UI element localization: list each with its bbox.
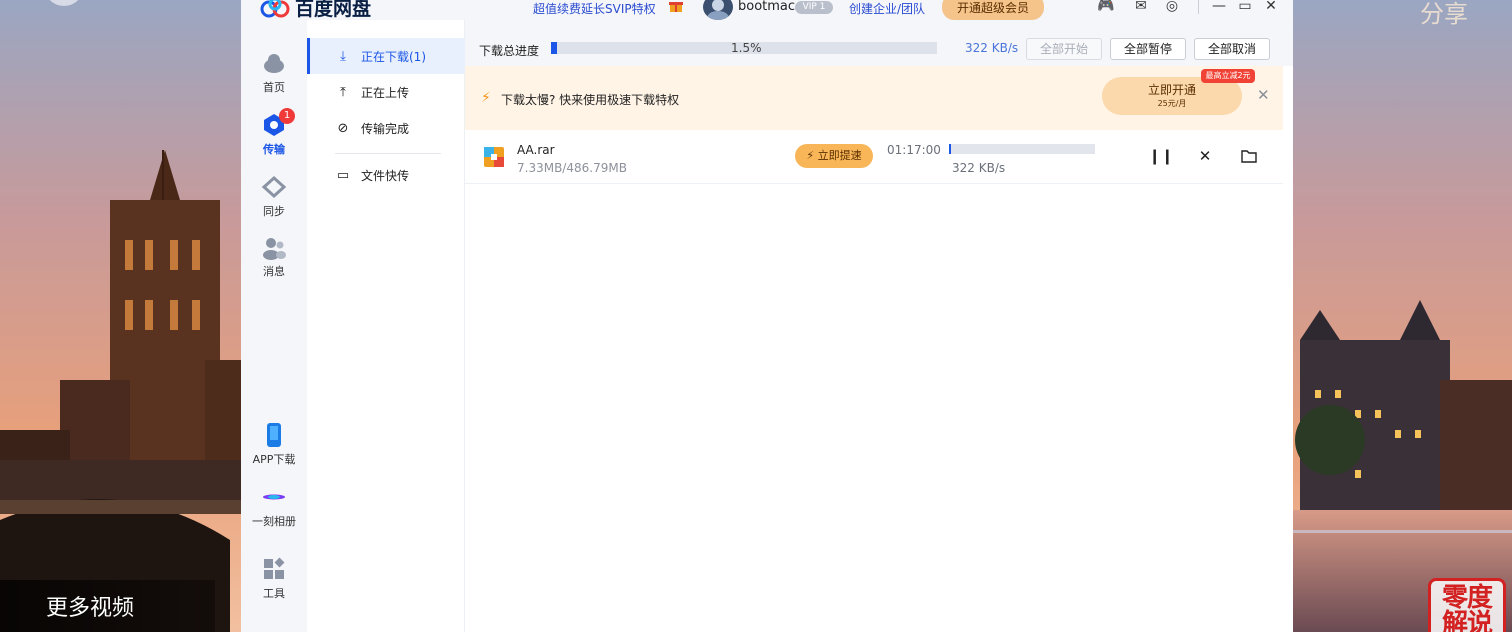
nav-sync[interactable]: 同步 <box>241 174 307 219</box>
file-progress-bar <box>949 144 1095 154</box>
phone-icon <box>267 423 281 447</box>
subnav-downloading-label: 正在下载(1) <box>361 49 426 64</box>
svip-renew-link[interactable]: 超值续费延长SVIP特权 <box>533 0 656 17</box>
nav-messages[interactable]: 消息 <box>241 234 307 279</box>
baidu-netdisk-window: 百度网盘 超值续费延长SVIP特权 bootmac VIP 1 创建企业/团队 … <box>241 0 1293 632</box>
minimize-icon[interactable]: — <box>1209 0 1229 16</box>
sync-icon <box>261 175 287 199</box>
monitor-icon: ▭ <box>336 167 350 183</box>
download-main-panel: 下载总进度 1.5% 322 KB/s 全部开始 全部暂停 全部取消 ⚡ 下载太… <box>465 20 1293 632</box>
total-progress-percent: 1.5% <box>731 41 762 55</box>
subnav-uploading-label: 正在上传 <box>361 85 410 100</box>
boost-label: 立即提速 <box>817 149 862 162</box>
titlebar-divider <box>1198 0 1199 14</box>
album-icon <box>263 494 285 500</box>
cancel-all-button[interactable]: 全部取消 <box>1194 38 1270 60</box>
channel-logo-badge: 零度 解说 <box>1428 578 1506 632</box>
total-speed: 322 KB/s <box>965 41 1019 55</box>
nav-app-download[interactable]: APP下载 <box>241 422 307 467</box>
nav-album[interactable]: 一刻相册 <box>241 484 307 529</box>
transfer-badge: 1 <box>279 108 295 124</box>
share-overlay-text[interactable]: 分享 <box>1420 0 1468 29</box>
archive-file-icon <box>484 147 504 167</box>
download-icon: ⤓ <box>340 48 346 64</box>
transfer-subnav: ⤓ 正在下载(1) ⤒ 正在上传 ⊘ 传输完成 ▭ 文件快传 <box>307 20 465 632</box>
file-name: AA.rar <box>517 143 555 157</box>
settings-icon[interactable]: ◎ <box>1162 0 1182 16</box>
app-name: 百度网盘 <box>295 0 372 20</box>
create-enterprise-link[interactable]: 创建企业/团队 <box>849 0 925 17</box>
badge-line-2: 解说 <box>1441 609 1493 632</box>
nav-tools-label: 工具 <box>263 587 285 600</box>
cloud-logo-icon <box>260 0 290 17</box>
subnav-completed[interactable]: ⊘ 传输完成 <box>307 110 465 146</box>
total-progress-label: 下载总进度 <box>479 44 540 58</box>
subnav-quick-transfer-label: 文件快传 <box>361 168 410 183</box>
close-window-icon[interactable]: ✕ <box>1261 0 1281 16</box>
open-now-price: 25元/月 <box>1157 99 1187 108</box>
game-controller-icon[interactable]: 🎮 <box>1096 0 1116 16</box>
subnav-downloading[interactable]: ⤓ 正在下载(1) <box>307 38 465 74</box>
file-speed: 322 KB/s <box>952 161 1006 175</box>
left-navigation: 首页 1 传输 同步 消息 APP下载 一刻相册 工具 <box>241 20 307 632</box>
discount-tag: 最高立减2元 <box>1201 69 1255 83</box>
open-svip-button[interactable]: 开通超级会员 <box>942 0 1044 20</box>
subnav-completed-label: 传输完成 <box>361 121 410 136</box>
total-progress-fill <box>551 42 557 54</box>
boost-speed-button[interactable]: ⚡ 立即提速 <box>795 144 873 168</box>
nav-home[interactable]: 首页 <box>241 50 307 95</box>
promo-text: 下载太慢? 快来使用极速下载特权 <box>501 93 680 107</box>
app-logo: 百度网盘 <box>259 0 371 21</box>
nav-messages-label: 消息 <box>263 265 285 278</box>
pause-all-button[interactable]: 全部暂停 <box>1110 38 1186 60</box>
title-bar: 百度网盘 超值续费延长SVIP特权 bootmac VIP 1 创建企业/团队 … <box>241 0 1293 20</box>
maximize-icon[interactable]: ▭ <box>1235 0 1255 16</box>
subnav-uploading[interactable]: ⤒ 正在上传 <box>307 74 465 110</box>
user-avatar[interactable] <box>703 0 733 20</box>
nav-tools[interactable]: 工具 <box>241 556 307 601</box>
check-circle-icon: ⊘ <box>337 120 349 136</box>
nav-transfer-label: 传输 <box>263 143 285 156</box>
folder-icon[interactable] <box>1236 143 1262 169</box>
start-all-button[interactable]: 全部开始 <box>1026 38 1102 60</box>
open-now-label: 立即开通 <box>1147 83 1196 97</box>
more-videos-overlay[interactable]: 更多视频 <box>0 580 215 632</box>
file-progress-fill <box>949 144 952 154</box>
mail-icon[interactable]: ✉ <box>1131 0 1151 16</box>
time-remaining: 01:17:00 <box>887 143 941 157</box>
nav-sync-label: 同步 <box>263 205 285 218</box>
upload-icon: ⤒ <box>340 84 346 100</box>
file-size: 7.33MB/486.79MB <box>517 161 627 175</box>
vip-level-tag: VIP 1 <box>795 1 833 14</box>
subnav-quick-transfer[interactable]: ▭ 文件快传 <box>307 157 465 193</box>
lightning-icon: ⚡ <box>481 90 491 106</box>
contacts-icon <box>263 238 286 260</box>
cancel-icon[interactable]: ✕ <box>1192 143 1218 169</box>
close-promo-icon[interactable]: ✕ <box>1257 86 1270 104</box>
nav-app-download-label: APP下载 <box>252 453 296 466</box>
pause-icon[interactable]: ❙❙ <box>1148 143 1174 169</box>
nav-home-label: 首页 <box>263 81 285 94</box>
boost-lightning-icon: ⚡ <box>806 149 815 162</box>
gift-icon[interactable] <box>669 0 683 12</box>
cloud-home-icon <box>264 54 284 73</box>
tools-grid-icon <box>264 557 285 579</box>
username[interactable]: bootmac <box>738 0 795 14</box>
speed-promo-banner: ⚡ 下载太慢? 快来使用极速下载特权 立即开通 25元/月 最高立减2元 ✕ <box>465 66 1283 130</box>
nav-album-label: 一刻相册 <box>252 515 296 528</box>
subnav-divider <box>335 153 441 154</box>
badge-line-1: 零度 <box>1441 583 1493 613</box>
nav-transfer[interactable]: 1 传输 <box>241 108 307 157</box>
download-toolbar: 下载总进度 1.5% 322 KB/s 全部开始 全部暂停 全部取消 <box>465 20 1293 66</box>
table-row[interactable]: AA.rar 7.33MB/486.79MB ⚡ 立即提速 01:17:00 3… <box>465 130 1283 184</box>
